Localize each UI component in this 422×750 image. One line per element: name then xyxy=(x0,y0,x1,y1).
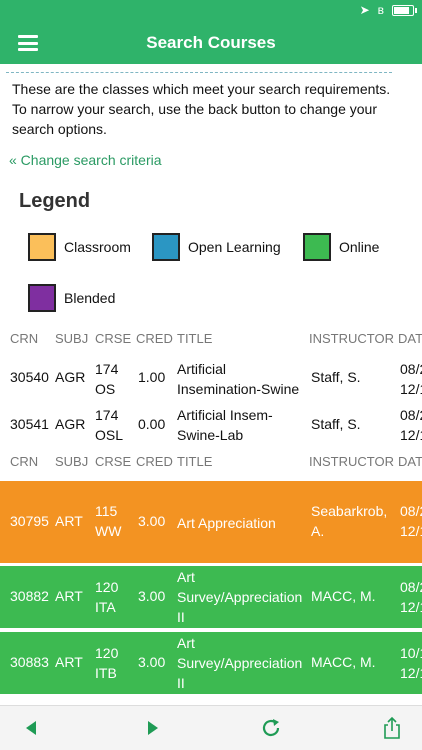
col-date: DAT xyxy=(398,454,422,469)
cell-instructor: Staff, S. xyxy=(311,369,361,385)
cell-crse: 174 OS xyxy=(95,361,119,397)
online-swatch xyxy=(303,233,331,261)
intro-text: These are the classes which meet your se… xyxy=(12,81,391,137)
legend-item-open-learning: Open Learning xyxy=(152,233,281,261)
table-row[interactable]: 30883 ART 120 ITB 3.00 Art Survey/Apprec… xyxy=(0,632,422,694)
cell-crn: 30795 xyxy=(10,513,49,529)
cell-cred: 0.00 xyxy=(138,416,166,432)
cell-date: 08/2 12/1 xyxy=(400,407,422,443)
table-row[interactable]: 30540 AGR 174 OS 1.00 Artificial Insemin… xyxy=(0,358,422,400)
col-title: TITLE xyxy=(177,454,213,469)
legend-item-classroom: Classroom xyxy=(28,233,131,261)
col-date: DAT xyxy=(398,331,422,346)
cell-instructor: MACC, M. xyxy=(311,654,376,670)
table-header: CRN SUBJ CRSE CRED TITLE INSTRUCTOR DAT xyxy=(0,454,422,476)
cell-crn: 30541 xyxy=(10,416,49,432)
cell-cred: 3.00 xyxy=(138,654,166,670)
cell-title: Art Survey/Appreciation II xyxy=(177,635,303,691)
location-icon: ➤ xyxy=(359,3,370,17)
open-learning-swatch xyxy=(152,233,180,261)
cell-crn: 30540 xyxy=(10,369,49,385)
col-title: TITLE xyxy=(177,331,213,346)
divider xyxy=(6,72,392,73)
col-crse: CRSE xyxy=(95,331,132,346)
bluetooth-icon: ʙ xyxy=(377,3,384,17)
cell-title: Art Survey/Appreciation II xyxy=(177,569,303,625)
app-bar: Search Courses xyxy=(0,22,422,64)
cell-date: 08/2 12/1 xyxy=(400,361,422,397)
col-subj: SUBJ xyxy=(55,331,89,346)
legend-label: Online xyxy=(339,239,380,255)
change-search-link[interactable]: « Change search criteria xyxy=(9,152,162,168)
cell-date: 08/2 12/1 xyxy=(400,579,422,615)
cell-cred: 3.00 xyxy=(138,513,166,529)
cell-title: Artificial Insemination-Swine xyxy=(177,361,300,397)
cell-crse: 120 ITB xyxy=(95,645,119,681)
forward-arrow-icon[interactable] xyxy=(140,716,164,740)
share-icon[interactable] xyxy=(380,716,404,740)
status-bar: ➤ ʙ xyxy=(0,0,422,22)
cell-date: 08/2 12/1 xyxy=(400,503,422,539)
legend-label: Open Learning xyxy=(188,239,281,255)
col-crse: CRSE xyxy=(95,454,132,469)
legend-label: Blended xyxy=(64,290,116,306)
col-cred: CRED xyxy=(136,454,173,469)
blended-swatch xyxy=(28,284,56,312)
col-crn: CRN xyxy=(10,331,39,346)
cell-subj: AGR xyxy=(55,369,86,385)
table-header: CRN SUBJ CRSE CRED TITLE INSTRUCTOR DAT xyxy=(0,331,422,353)
legend-item-blended: Blended xyxy=(28,284,115,312)
cell-crse: 120 ITA xyxy=(95,579,119,615)
refresh-icon[interactable] xyxy=(259,716,283,740)
cell-crse: 115 WW xyxy=(95,503,122,539)
cell-crn: 30882 xyxy=(10,588,49,604)
cell-instructor: Seabarkrob, A. xyxy=(311,503,388,539)
classroom-swatch xyxy=(28,233,56,261)
cell-subj: ART xyxy=(55,513,83,529)
col-subj: SUBJ xyxy=(55,454,89,469)
browser-toolbar xyxy=(0,705,422,750)
cell-subj: AGR xyxy=(55,416,86,432)
cell-title: Artificial Insem-Swine-Lab xyxy=(177,407,273,443)
legend-title: Legend xyxy=(19,190,91,212)
table-row[interactable]: 30541 AGR 174 OSL 0.00 Artificial Insem-… xyxy=(0,404,422,446)
legend-item-online: Online xyxy=(303,233,379,261)
cell-crse: 174 OSL xyxy=(95,407,124,443)
legend-label: Classroom xyxy=(64,239,131,255)
page-title: Search Courses xyxy=(146,33,276,52)
col-instructor: INSTRUCTOR xyxy=(309,331,394,346)
cell-date: 10/1 12/1 xyxy=(400,645,422,681)
cell-instructor: MACC, M. xyxy=(311,588,376,604)
col-crn: CRN xyxy=(10,454,39,469)
cell-crn: 30883 xyxy=(10,654,49,670)
col-cred: CRED xyxy=(136,331,173,346)
back-arrow-icon[interactable] xyxy=(20,716,44,740)
table-row[interactable]: 30795 ART 115 WW 3.00 Art Appreciation S… xyxy=(0,481,422,563)
table-row[interactable]: 30882 ART 120 ITA 3.00 Art Survey/Apprec… xyxy=(0,566,422,628)
cell-subj: ART xyxy=(55,654,83,670)
cell-cred: 3.00 xyxy=(138,588,166,604)
status-icons: ➤ ʙ xyxy=(359,3,417,17)
battery-icon xyxy=(392,4,417,16)
cell-subj: ART xyxy=(55,588,83,604)
cell-cred: 1.00 xyxy=(138,369,166,385)
col-instructor: INSTRUCTOR xyxy=(309,454,394,469)
cell-instructor: Staff, S. xyxy=(311,416,361,432)
cell-title: Art Appreciation xyxy=(177,515,276,531)
